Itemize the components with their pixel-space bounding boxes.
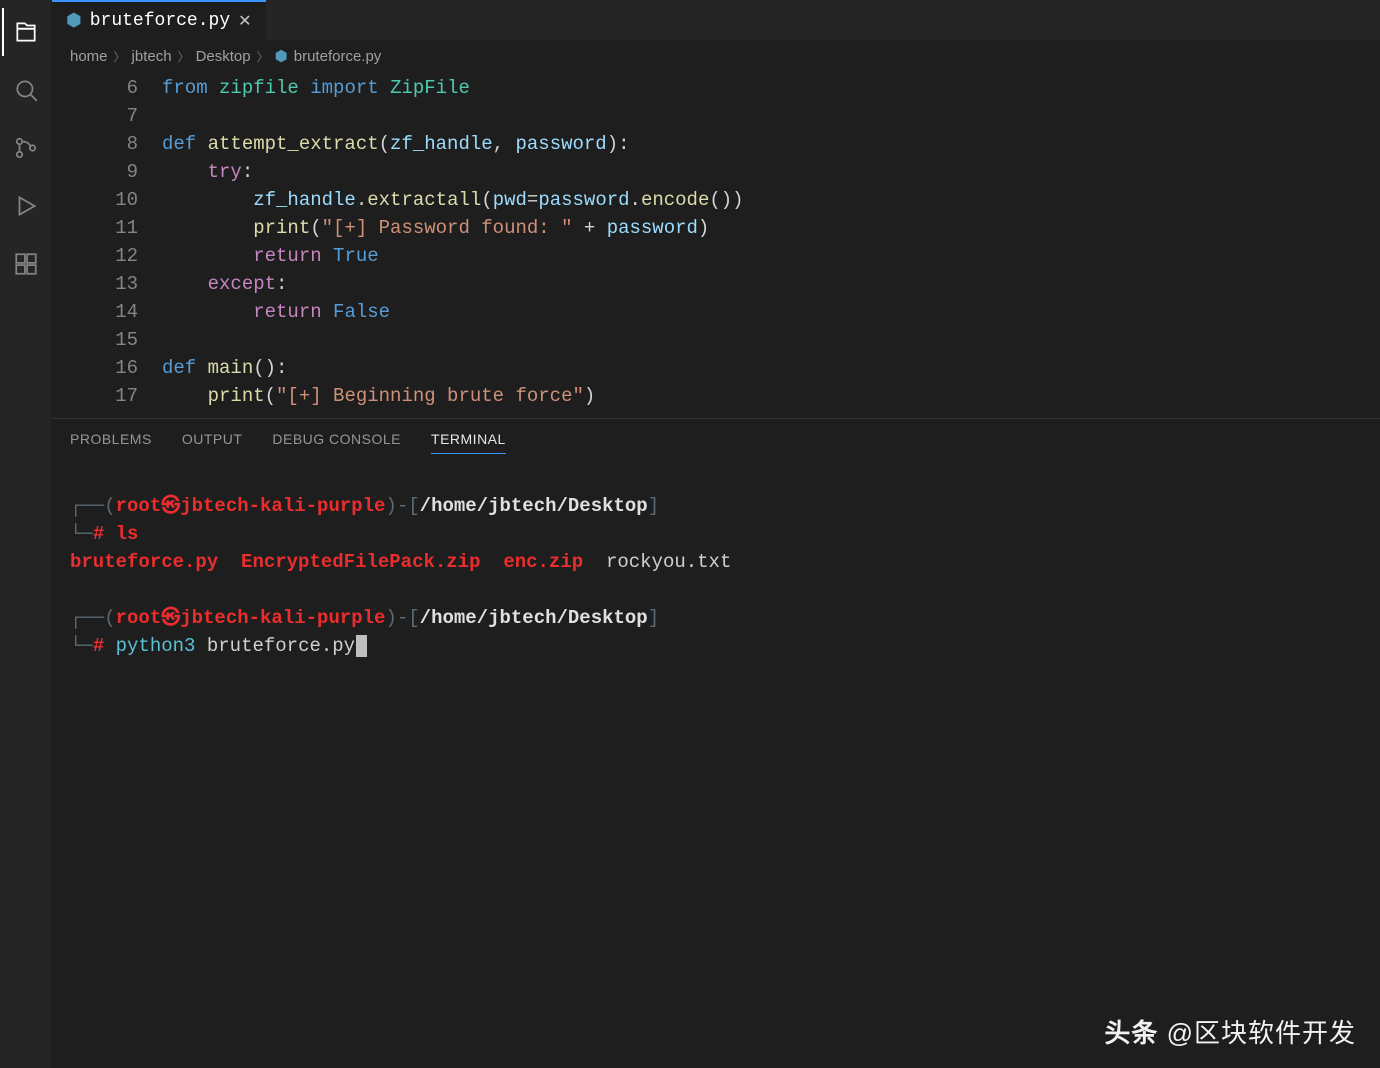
breadcrumbs[interactable]: home 〉 jbtech 〉 Desktop 〉 ⬢ bruteforce.p…	[52, 40, 1380, 72]
activity-run-icon[interactable]	[2, 182, 50, 230]
tab-filename: bruteforce.py	[90, 11, 230, 31]
watermark-rest: @区块软件开发	[1158, 1018, 1356, 1048]
tab-debug-console[interactable]: DEBUG CONSOLE	[272, 431, 401, 454]
breadcrumb-file[interactable]: bruteforce.py	[294, 48, 382, 65]
chevron-right-icon: 〉	[257, 48, 269, 65]
watermark-bold: 头条	[1104, 1018, 1158, 1048]
tab-problems[interactable]: PROBLEMS	[70, 431, 152, 454]
close-icon[interactable]: ✕	[238, 11, 251, 31]
main-area: ⬢ bruteforce.py ✕ home 〉 jbtech 〉 Deskto…	[52, 0, 1380, 1068]
breadcrumb-item[interactable]: Desktop	[196, 48, 251, 65]
panel-tabs: PROBLEMS OUTPUT DEBUG CONSOLE TERMINAL	[52, 419, 1380, 458]
activity-source-control-icon[interactable]	[2, 124, 50, 172]
code-editor[interactable]: 67891011121314151617 from zipfile import…	[52, 72, 1380, 410]
activity-extensions-icon[interactable]	[2, 240, 50, 288]
activity-search-icon[interactable]	[2, 66, 50, 114]
line-number-gutter: 67891011121314151617	[52, 74, 162, 410]
code-content[interactable]: from zipfile import ZipFiledef attempt_e…	[162, 74, 1380, 410]
python-file-icon: ⬢	[275, 47, 288, 65]
chevron-right-icon: 〉	[178, 48, 190, 65]
editor-tab[interactable]: ⬢ bruteforce.py ✕	[52, 0, 266, 40]
python-file-icon: ⬢	[66, 10, 82, 32]
breadcrumb-item[interactable]: home	[70, 48, 108, 65]
activity-explorer-icon[interactable]	[2, 8, 50, 56]
tab-terminal[interactable]: TERMINAL	[431, 431, 506, 454]
activity-bar	[0, 0, 52, 1068]
terminal-output[interactable]: ┌──(root㉿jbtech-kali-purple)-[/home/jbte…	[52, 458, 1380, 1068]
breadcrumb-item[interactable]: jbtech	[132, 48, 172, 65]
watermark: 头条 @区块软件开发	[1104, 1013, 1356, 1050]
tab-output[interactable]: OUTPUT	[182, 431, 243, 454]
bottom-panel: PROBLEMS OUTPUT DEBUG CONSOLE TERMINAL ┌…	[52, 418, 1380, 1068]
chevron-right-icon: 〉	[114, 48, 126, 65]
tab-bar: ⬢ bruteforce.py ✕	[52, 0, 1380, 40]
